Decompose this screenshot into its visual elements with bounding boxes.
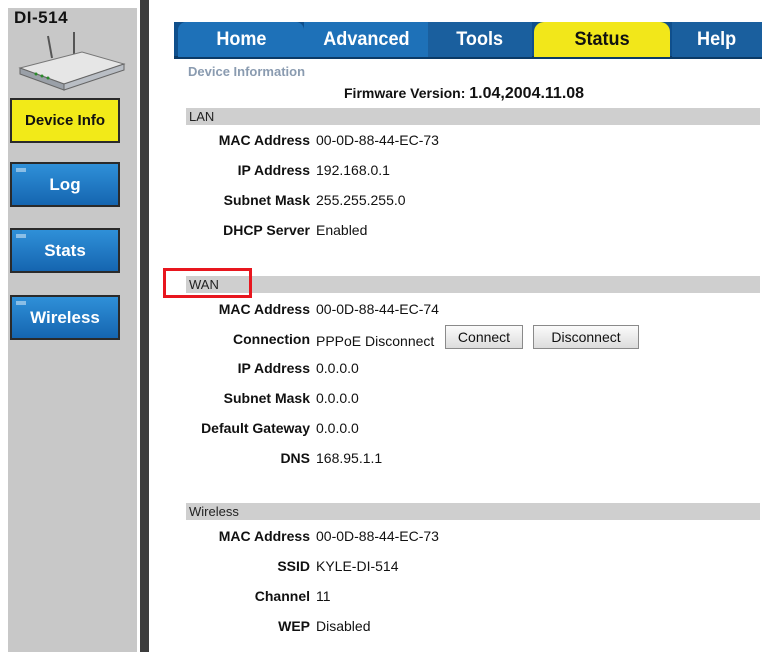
wan-dns-label: DNS: [280, 450, 310, 466]
tab-label: Advanced: [322, 28, 410, 50]
wan-highlight-box: [163, 268, 252, 298]
lan-mac-value: 00-0D-88-44-EC-73: [316, 132, 439, 148]
connect-button[interactable]: Connect: [445, 325, 523, 349]
wan-mac-value: 00-0D-88-44-EC-74: [316, 301, 439, 317]
sidebar-divider: [140, 0, 149, 652]
firmware-version: Firmware Version: 1.04,2004.11.08: [344, 85, 584, 103]
lan-mac-label: MAC Address: [218, 132, 310, 148]
wan-mac-label: MAC Address: [218, 301, 310, 317]
wan-subnet-value: 0.0.0.0: [316, 390, 359, 406]
tab-advanced[interactable]: Advanced: [304, 22, 428, 57]
wan-subnet-label: Subnet Mask: [223, 390, 310, 406]
tab-tools[interactable]: Tools: [428, 22, 532, 57]
wan-header: WAN: [186, 276, 760, 293]
wireless-ssid-value: KYLE-DI-514: [316, 558, 399, 574]
tab-label: Tools: [456, 28, 504, 50]
wan-gateway-label: Default Gateway: [201, 420, 310, 436]
wan-ip-label: IP Address: [237, 360, 310, 376]
wireless-wep-label: WEP: [278, 618, 310, 634]
lan-ip-value: 192.168.0.1: [316, 162, 390, 178]
sidebar-button-stats[interactable]: Stats: [10, 228, 120, 273]
tab-status[interactable]: Status: [534, 22, 670, 57]
router-icon: [18, 32, 126, 91]
firmware-value: 1.04,2004.11.08: [469, 85, 585, 102]
wireless-channel-value: 11: [316, 588, 331, 604]
wireless-ssid-label: SSID: [277, 558, 310, 574]
wan-ip-value: 0.0.0.0: [316, 360, 359, 376]
wireless-mac-value: 00-0D-88-44-EC-73: [316, 528, 439, 544]
tab-label: Home: [215, 28, 267, 50]
model-label: DI-514: [14, 8, 69, 27]
wan-connection-label: Connection: [233, 331, 310, 347]
wan-gateway-value: 0.0.0.0: [316, 420, 359, 436]
wireless-channel-label: Channel: [254, 588, 310, 604]
lan-header: LAN: [186, 108, 760, 125]
lan-dhcp-value: Enabled: [316, 222, 368, 238]
lan-subnet-label: Subnet Mask: [223, 192, 310, 208]
page-title: Device Information: [188, 64, 306, 79]
sidebar-button-wireless[interactable]: Wireless: [10, 295, 120, 340]
sidebar-button-log[interactable]: Log: [10, 162, 120, 207]
wan-dns-value: 168.95.1.1: [316, 450, 383, 466]
sidebar-button-label: Log: [49, 174, 81, 194]
sidebar-button-label: Wireless: [30, 307, 100, 327]
tab-label: Status: [574, 28, 630, 50]
wireless-wep-value: Disabled: [316, 618, 371, 634]
sidebar-button-label: Stats: [44, 240, 86, 260]
disconnect-button[interactable]: Disconnect: [533, 325, 639, 349]
lan-dhcp-label: DHCP Server: [223, 222, 310, 238]
sidebar-button-label: Device Info: [24, 112, 106, 129]
wan-connection-value: PPPoE Disconnect: [316, 333, 435, 349]
lan-subnet-value: 255.255.255.0: [316, 192, 406, 208]
lan-ip-label: IP Address: [237, 162, 310, 178]
firmware-label: Firmware Version:: [344, 85, 466, 101]
sidebar-button-device-info[interactable]: Device Info: [10, 98, 120, 143]
tab-label: Help: [697, 28, 737, 50]
tab-home[interactable]: Home: [178, 22, 304, 57]
tab-help[interactable]: Help: [672, 22, 762, 57]
wireless-header: Wireless: [186, 503, 760, 520]
wireless-mac-label: MAC Address: [218, 528, 310, 544]
